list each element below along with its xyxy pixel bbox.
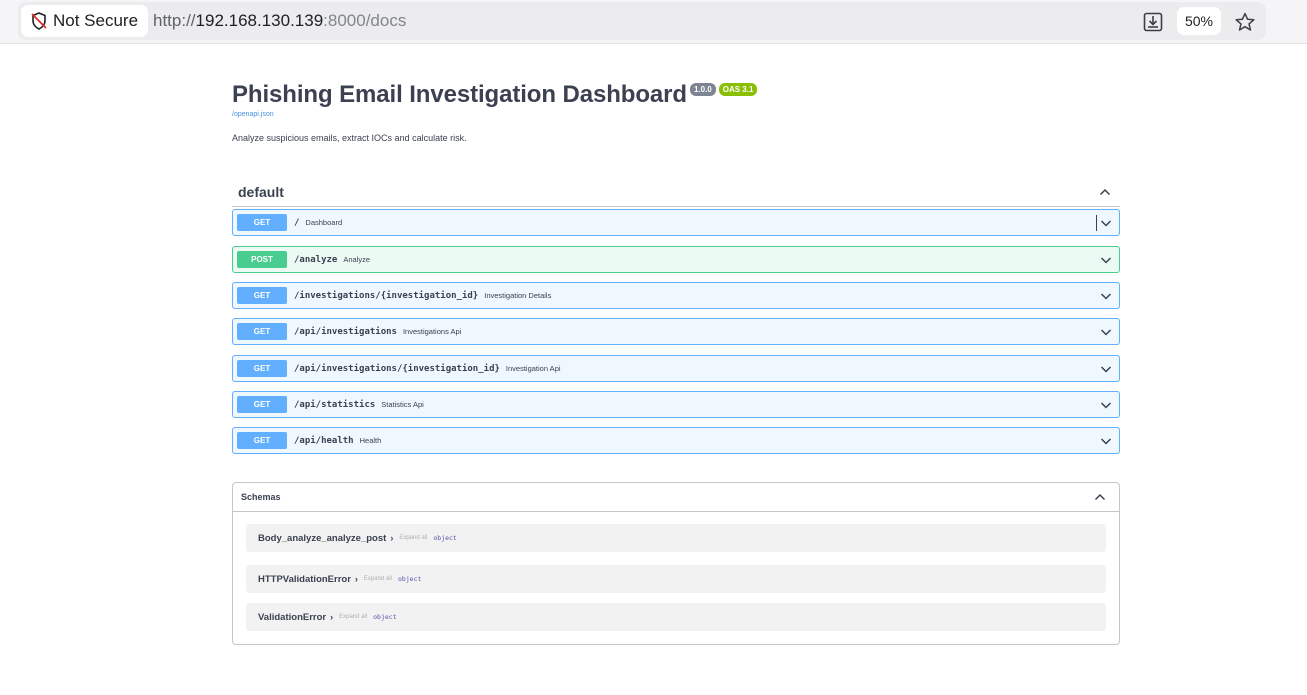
operation-get-api-statistics[interactable]: GET /api/statistics Statistics Api: [232, 391, 1120, 418]
schemas-title: Schemas: [241, 492, 281, 502]
version-badge: 1.0.0: [689, 83, 716, 96]
tag-section-header[interactable]: default: [232, 178, 1120, 207]
chevron-down-icon[interactable]: [1099, 434, 1113, 448]
method-badge: GET: [237, 360, 287, 377]
expand-all-button[interactable]: Expand all: [364, 576, 392, 582]
schema-item[interactable]: Body_analyze_analyze_post › Expand all o…: [246, 524, 1106, 552]
chevron-down-icon[interactable]: [1099, 362, 1113, 376]
zoom-indicator[interactable]: 50%: [1177, 7, 1221, 35]
operation-summary: Statistics Api: [381, 400, 424, 409]
chevron-right-icon[interactable]: ›: [330, 612, 333, 622]
schema-type: object: [433, 534, 457, 542]
chevron-right-icon[interactable]: ›: [390, 533, 393, 543]
operation-summary: Dashboard: [305, 218, 343, 227]
operation-summary: Investigations Api: [402, 327, 462, 336]
url-host: 192.168.130.139: [195, 11, 324, 30]
download-icon[interactable]: [1142, 11, 1164, 33]
schema-item[interactable]: ValidationError › Expand all object: [246, 603, 1106, 631]
schemas-header[interactable]: Schemas: [233, 483, 1119, 512]
url-scheme: http://: [153, 11, 196, 30]
not-secure-shield-icon: [31, 12, 47, 30]
bookmark-star-icon[interactable]: [1234, 11, 1256, 33]
operation-path: /api/health: [294, 435, 354, 446]
schema-item[interactable]: HTTPValidationError › Expand all object: [246, 565, 1106, 593]
operation-post-analyze[interactable]: POST /analyze Analyze: [232, 246, 1120, 273]
method-badge: GET: [237, 214, 287, 231]
method-badge: POST: [237, 251, 287, 268]
method-badge: GET: [237, 432, 287, 449]
operation-get-api-investigations[interactable]: GET /api/investigations Investigations A…: [232, 318, 1120, 345]
operation-path: /analyze: [294, 254, 338, 265]
method-badge: GET: [237, 396, 287, 413]
chevron-down-icon[interactable]: [1099, 289, 1113, 303]
url-text[interactable]: http://192.168.130.139:8000/docs: [153, 2, 406, 40]
operation-summary: Health: [359, 436, 382, 445]
expand-all-button[interactable]: Expand all: [399, 535, 427, 541]
text-cursor: [1096, 215, 1097, 231]
url-path: :8000/docs: [323, 11, 407, 30]
chevron-down-icon[interactable]: [1099, 253, 1113, 267]
chevron-down-icon[interactable]: [1099, 325, 1113, 339]
browser-toolbar: Not Secure http://192.168.130.139:8000/d…: [0, 0, 1307, 44]
chevron-up-icon[interactable]: [1093, 490, 1107, 504]
operation-summary: Investigation Details: [484, 291, 552, 300]
operation-path: /investigations/{investigation_id}: [294, 290, 479, 301]
chevron-down-icon[interactable]: [1099, 216, 1113, 230]
address-bar[interactable]: Not Secure http://192.168.130.139:8000/d…: [18, 2, 1266, 40]
operation-get-api-health[interactable]: GET /api/health Health: [232, 427, 1120, 454]
operation-summary: Investigation Api: [505, 364, 561, 373]
method-badge: GET: [237, 323, 287, 340]
schema-type: object: [373, 613, 397, 621]
operation-get-api-investigation[interactable]: GET /api/investigations/{investigation_i…: [232, 355, 1120, 382]
operation-get-root[interactable]: GET / Dashboard: [232, 209, 1120, 236]
operation-path: /api/investigations/{investigation_id}: [294, 363, 500, 374]
page-title: Phishing Email Investigation Dashboard: [232, 81, 687, 108]
operation-path: /api/statistics: [294, 399, 376, 410]
tag-title: default: [238, 184, 284, 200]
schema-name[interactable]: Body_analyze_analyze_post: [258, 533, 386, 544]
chevron-down-icon[interactable]: [1099, 398, 1113, 412]
security-label: Not Secure: [53, 11, 139, 30]
expand-all-button[interactable]: Expand all: [339, 614, 367, 620]
schema-type: object: [397, 575, 422, 583]
operation-path: /api/investigations: [294, 326, 397, 337]
chevron-up-icon[interactable]: [1098, 185, 1112, 199]
api-info: Phishing Email Investigation Dashboard 1…: [232, 81, 758, 109]
operation-path: /: [294, 217, 300, 228]
api-description: Analyze suspicious emails, extract IOCs …: [232, 133, 467, 143]
schemas-section: Schemas Body_analyze_analyze_post › Expa…: [232, 482, 1120, 645]
openapi-json-link[interactable]: /openapi.json: [232, 111, 274, 118]
schema-name[interactable]: ValidationError: [258, 612, 326, 623]
operation-get-investigation-details[interactable]: GET /investigations/{investigation_id} I…: [232, 282, 1120, 309]
method-badge: GET: [237, 287, 287, 304]
operation-summary: Analyze: [343, 255, 371, 264]
chevron-right-icon[interactable]: ›: [355, 574, 358, 584]
schema-name[interactable]: HTTPValidationError: [258, 574, 351, 585]
oas-badge: OAS 3.1: [718, 83, 758, 96]
security-indicator[interactable]: Not Secure: [21, 5, 149, 37]
